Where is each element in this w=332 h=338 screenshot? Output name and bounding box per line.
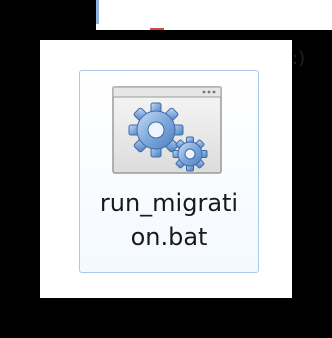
file-name-line-1: run_migrati	[99, 189, 239, 217]
explorer-window-edge	[96, 0, 332, 30]
window-border-line	[96, 0, 99, 24]
peek-text: :)	[292, 48, 306, 69]
file-name-line-2: on.bat	[130, 223, 208, 251]
gear-batch-file-icon	[112, 86, 222, 174]
file-name-label: run_migrati on.bat	[79, 186, 259, 254]
